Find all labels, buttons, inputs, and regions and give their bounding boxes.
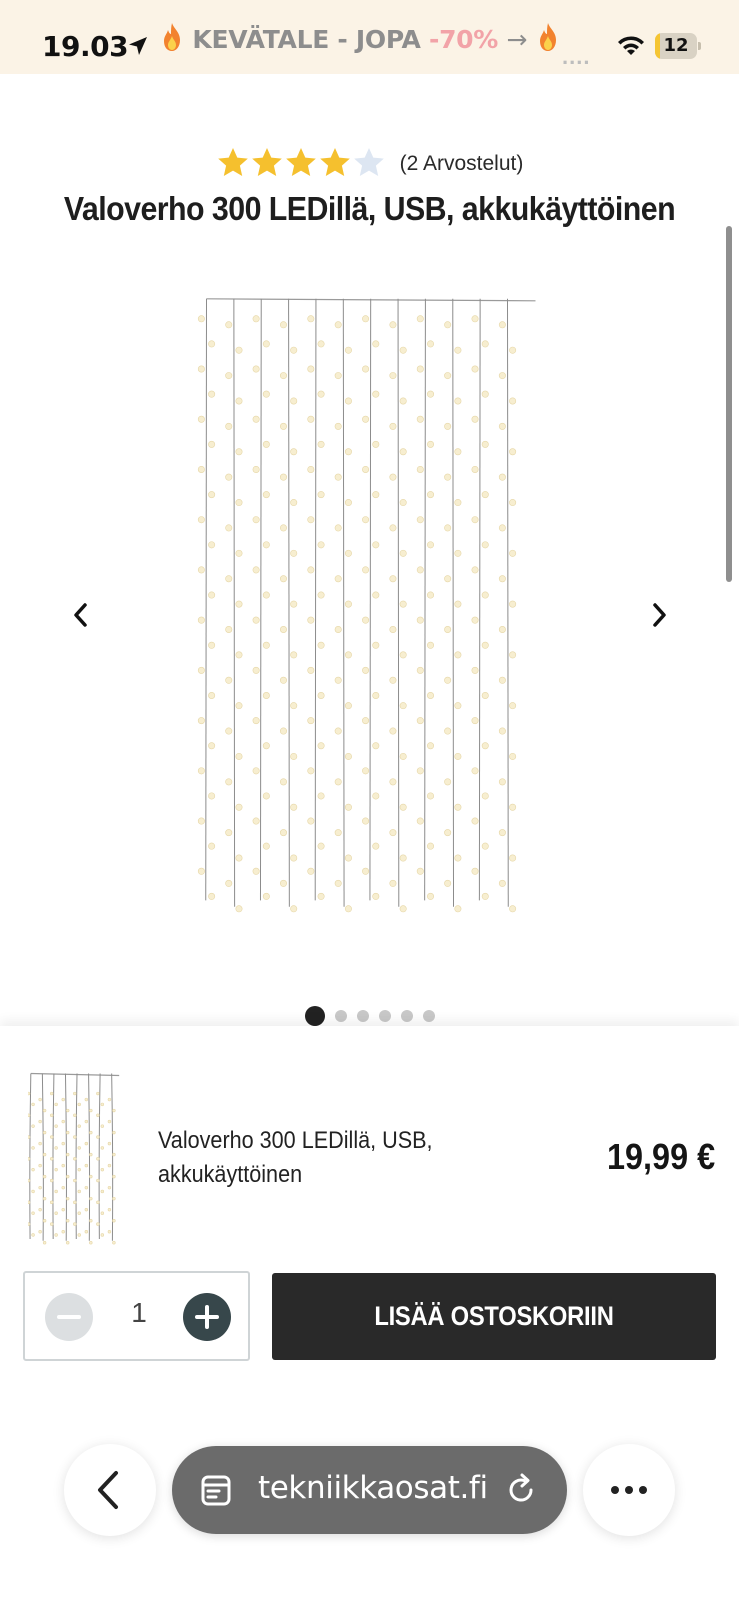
gallery-dot[interactable] xyxy=(378,1010,391,1022)
star-filled-icon xyxy=(285,148,316,176)
browser-toolbar: tekniikkaosat.fi xyxy=(0,1420,739,1600)
add-to-cart-label: LISÄÄ OSTOSKORIIN xyxy=(374,1301,614,1331)
status-dots: .... xyxy=(562,44,591,69)
quantity-stepper: 1 xyxy=(23,1271,250,1361)
add-to-cart-button[interactable]: LISÄÄ OSTOSKORIIN xyxy=(272,1273,716,1360)
battery-level: 12 xyxy=(663,35,689,56)
more-icon xyxy=(611,1486,647,1494)
quantity-value[interactable]: 1 xyxy=(105,1297,173,1329)
gallery-dot[interactable] xyxy=(422,1010,435,1022)
status-bar: 19.03 KEVÄTALE - JOPA -70% → .... 12 xyxy=(0,0,739,74)
product-price: 19,99 € xyxy=(606,1136,715,1177)
battery-icon: 12 xyxy=(655,33,701,59)
back-chevron-icon xyxy=(98,1471,118,1509)
banner-text: KEVÄTALE - JOPA xyxy=(192,25,421,54)
status-time: 19.03 xyxy=(42,30,129,63)
reload-icon[interactable] xyxy=(504,1472,538,1508)
star-empty-icon xyxy=(353,148,384,176)
increase-quantity-button[interactable] xyxy=(183,1293,231,1341)
gallery-dot[interactable] xyxy=(334,1010,347,1022)
product-thumbnail xyxy=(28,1072,120,1245)
tabs-icon xyxy=(201,1475,231,1506)
address-bar[interactable]: tekniikkaosat.fi xyxy=(172,1446,567,1534)
product-image[interactable] xyxy=(196,286,546,926)
more-button[interactable] xyxy=(583,1444,675,1536)
gallery-dot[interactable] xyxy=(400,1010,413,1022)
chevron-right-icon[interactable] xyxy=(646,600,672,630)
rating-row[interactable]: (2 Arvostelut) xyxy=(0,146,739,180)
promo-banner[interactable]: KEVÄTALE - JOPA -70% → xyxy=(160,22,560,54)
star-filled-icon xyxy=(217,148,248,176)
location-arrow-icon xyxy=(129,37,147,55)
chevron-left-icon[interactable] xyxy=(68,600,94,630)
product-gallery[interactable] xyxy=(0,260,739,950)
gallery-dot[interactable] xyxy=(304,1006,325,1026)
flame-icon xyxy=(539,23,556,51)
wifi-icon xyxy=(618,36,644,55)
back-button[interactable] xyxy=(64,1444,156,1536)
star-filled-icon xyxy=(319,148,350,176)
banner-arrow: → xyxy=(506,25,528,54)
review-count[interactable]: (2 Arvostelut) xyxy=(400,152,524,176)
sheet-product-name: Valoverho 300 LEDillä, USB, akkukäyttöin… xyxy=(158,1127,433,1188)
flame-icon xyxy=(164,23,180,51)
url-text: tekniikkaosat.fi xyxy=(258,1470,488,1506)
star-filled-icon xyxy=(251,148,282,176)
page-title: Valoverho 300 LEDillä, USB, akkukäyttöin… xyxy=(63,190,676,227)
gallery-pagination[interactable] xyxy=(0,1006,739,1026)
decrease-quantity-button[interactable] xyxy=(45,1293,93,1341)
banner-discount: -70% xyxy=(429,25,499,54)
star-rating xyxy=(216,146,386,180)
gallery-dot[interactable] xyxy=(356,1010,369,1022)
